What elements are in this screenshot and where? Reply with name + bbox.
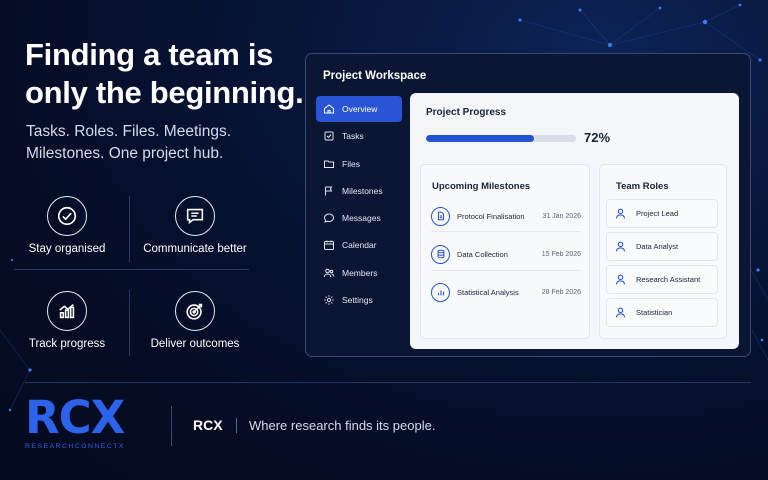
milestones-card: Upcoming Milestones Protocol Finalisatio… bbox=[420, 164, 590, 339]
rcx-logo: RCX RESEARCHCONNECTX bbox=[25, 394, 151, 454]
feature-label: Track progress bbox=[28, 338, 106, 350]
members-icon bbox=[323, 268, 335, 277]
hero-subtitle: Tasks. Roles. Files. Meetings. Milestone… bbox=[26, 121, 286, 165]
role-item[interactable]: Statistician bbox=[606, 298, 718, 327]
team-roles-card: Team Roles Project Lead Data Analyst Res… bbox=[599, 164, 727, 339]
bar-chart-icon bbox=[431, 282, 450, 302]
milestone-name: Statistical Analysis bbox=[457, 287, 519, 297]
sidebar-item-label: Settings bbox=[342, 295, 373, 306]
divider bbox=[236, 418, 237, 433]
sidebar-item-label: Files bbox=[342, 158, 360, 169]
message-icon bbox=[323, 213, 335, 223]
hero-subtitle-line: Tasks. Roles. Files. Meetings. bbox=[26, 123, 232, 140]
feature-label: Communicate better bbox=[143, 243, 247, 255]
role-item[interactable]: Data Analyst bbox=[606, 232, 718, 261]
hero-subtitle-line: Milestones. One project hub. bbox=[26, 145, 224, 162]
sidebar-item-messages[interactable]: Messages bbox=[316, 205, 402, 231]
feature-deliver-outcomes: Deliver outcomes bbox=[130, 283, 260, 373]
checkbox-icon bbox=[324, 131, 334, 141]
target-icon bbox=[175, 291, 215, 331]
sidebar-item-tasks[interactable]: Tasks bbox=[316, 123, 402, 149]
flag-icon bbox=[325, 186, 333, 196]
role-label: Project Lead bbox=[636, 209, 679, 218]
divider bbox=[431, 270, 581, 271]
progress-percent: 72% bbox=[584, 130, 611, 145]
document-icon bbox=[431, 206, 450, 226]
person-icon bbox=[615, 307, 626, 318]
sidebar-item-label: Calendar bbox=[342, 240, 377, 251]
sidebar-item-overview[interactable]: Overview bbox=[316, 96, 402, 122]
sidebar-item-label: Messages bbox=[342, 213, 381, 224]
sidebar-item-milestones[interactable]: Milestones bbox=[316, 178, 402, 204]
overview-panel: Project Progress 72% Upcoming Milestones… bbox=[410, 93, 739, 349]
feature-stay-organised: Stay organised bbox=[2, 188, 132, 278]
team-roles-title: Team Roles bbox=[616, 181, 669, 192]
progress-bar-fill bbox=[426, 135, 534, 142]
sidebar-item-files[interactable]: Files bbox=[316, 151, 402, 177]
milestone-date: 31 Jan 2026 bbox=[542, 212, 581, 220]
check-circle-icon bbox=[47, 196, 87, 236]
milestone-row[interactable]: Statistical Analysis 28 Feb 2026 bbox=[431, 282, 581, 302]
progress-bar bbox=[426, 135, 576, 142]
database-icon bbox=[431, 244, 450, 264]
milestones-title: Upcoming Milestones bbox=[432, 181, 531, 192]
hero-title: Finding a team is only the beginning. bbox=[25, 36, 315, 112]
sidebar-item-members[interactable]: Members bbox=[316, 260, 402, 286]
sidebar-item-label: Tasks bbox=[342, 131, 364, 142]
hero-title-line: only the beginning. bbox=[25, 75, 304, 110]
footer-divider bbox=[25, 382, 751, 383]
gear-icon bbox=[324, 295, 334, 305]
milestone-date: 15 Feb 2026 bbox=[541, 250, 581, 258]
progress-title: Project Progress bbox=[426, 107, 507, 118]
feature-label: Stay organised bbox=[28, 243, 106, 255]
project-workspace-window: Project Workspace Overview Tasks Files M… bbox=[305, 53, 751, 357]
bar-chart-icon bbox=[47, 291, 87, 331]
sidebar-item-calendar[interactable]: Calendar bbox=[316, 232, 402, 258]
milestone-name: Data Collection bbox=[457, 249, 508, 259]
hero-title-line: Finding a team is bbox=[25, 37, 274, 72]
role-label: Research Assistant bbox=[636, 275, 701, 284]
brand-name: RCX bbox=[193, 417, 223, 433]
milestone-date: 28 Feb 2026 bbox=[541, 288, 581, 296]
chat-icon bbox=[175, 196, 215, 236]
milestone-row[interactable]: Protocol Finalisation 31 Jan 2026 bbox=[431, 206, 581, 226]
feature-label: Deliver outcomes bbox=[150, 338, 240, 350]
home-icon bbox=[324, 104, 334, 114]
folder-icon bbox=[324, 160, 334, 168]
divider bbox=[431, 231, 581, 232]
sidebar-item-label: Members bbox=[342, 267, 378, 278]
logo-subtext: RESEARCHCONNECTX bbox=[25, 443, 125, 450]
milestone-row[interactable]: Data Collection 15 Feb 2026 bbox=[431, 244, 581, 264]
role-item[interactable]: Research Assistant bbox=[606, 265, 718, 294]
role-label: Statistician bbox=[636, 308, 673, 317]
sidebar-item-settings[interactable]: Settings bbox=[316, 287, 402, 313]
logo-wordmark: RCX bbox=[25, 391, 125, 444]
person-icon bbox=[615, 241, 626, 252]
calendar-icon bbox=[324, 240, 334, 251]
feature-communicate-better: Communicate better bbox=[130, 188, 260, 278]
milestone-name: Protocol Finalisation bbox=[457, 211, 525, 221]
sidebar-item-label: Milestones bbox=[342, 185, 383, 196]
feature-grid: Stay organised Communicate better Track … bbox=[0, 180, 262, 360]
person-icon bbox=[615, 208, 626, 219]
role-item[interactable]: Project Lead bbox=[606, 199, 718, 228]
person-icon bbox=[615, 274, 626, 285]
feature-track-progress: Track progress bbox=[2, 283, 132, 373]
window-title: Project Workspace bbox=[323, 70, 427, 82]
tagline: Where research finds its people. bbox=[249, 418, 436, 433]
divider bbox=[171, 406, 172, 446]
role-label: Data Analyst bbox=[636, 242, 679, 251]
sidebar-item-label: Overview bbox=[342, 104, 378, 114]
sidebar-nav: Overview Tasks Files Milestones Messages… bbox=[316, 96, 402, 314]
